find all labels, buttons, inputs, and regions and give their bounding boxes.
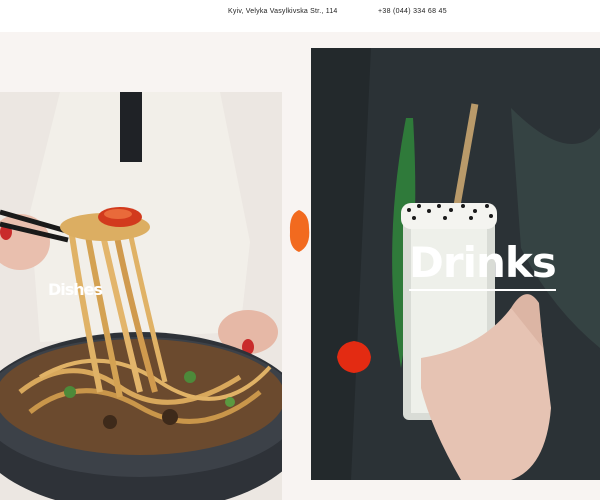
dishes-photo: [0, 92, 282, 500]
drinks-title[interactable]: Drinks: [409, 238, 557, 291]
red-paint-blob: [337, 341, 371, 373]
address-text[interactable]: Kyiv, Velyka Vasylkivska Str., 114: [228, 8, 338, 15]
dishes-title[interactable]: Dishes: [48, 280, 103, 299]
orange-paint-blob: [289, 210, 310, 252]
phone-number[interactable]: +38 (044) 334 68 45: [378, 8, 447, 15]
dishes-card[interactable]: Dishes: [0, 92, 282, 500]
top-bar: Kyiv, Velyka Vasylkivska Str., 114 +38 (…: [0, 0, 600, 32]
